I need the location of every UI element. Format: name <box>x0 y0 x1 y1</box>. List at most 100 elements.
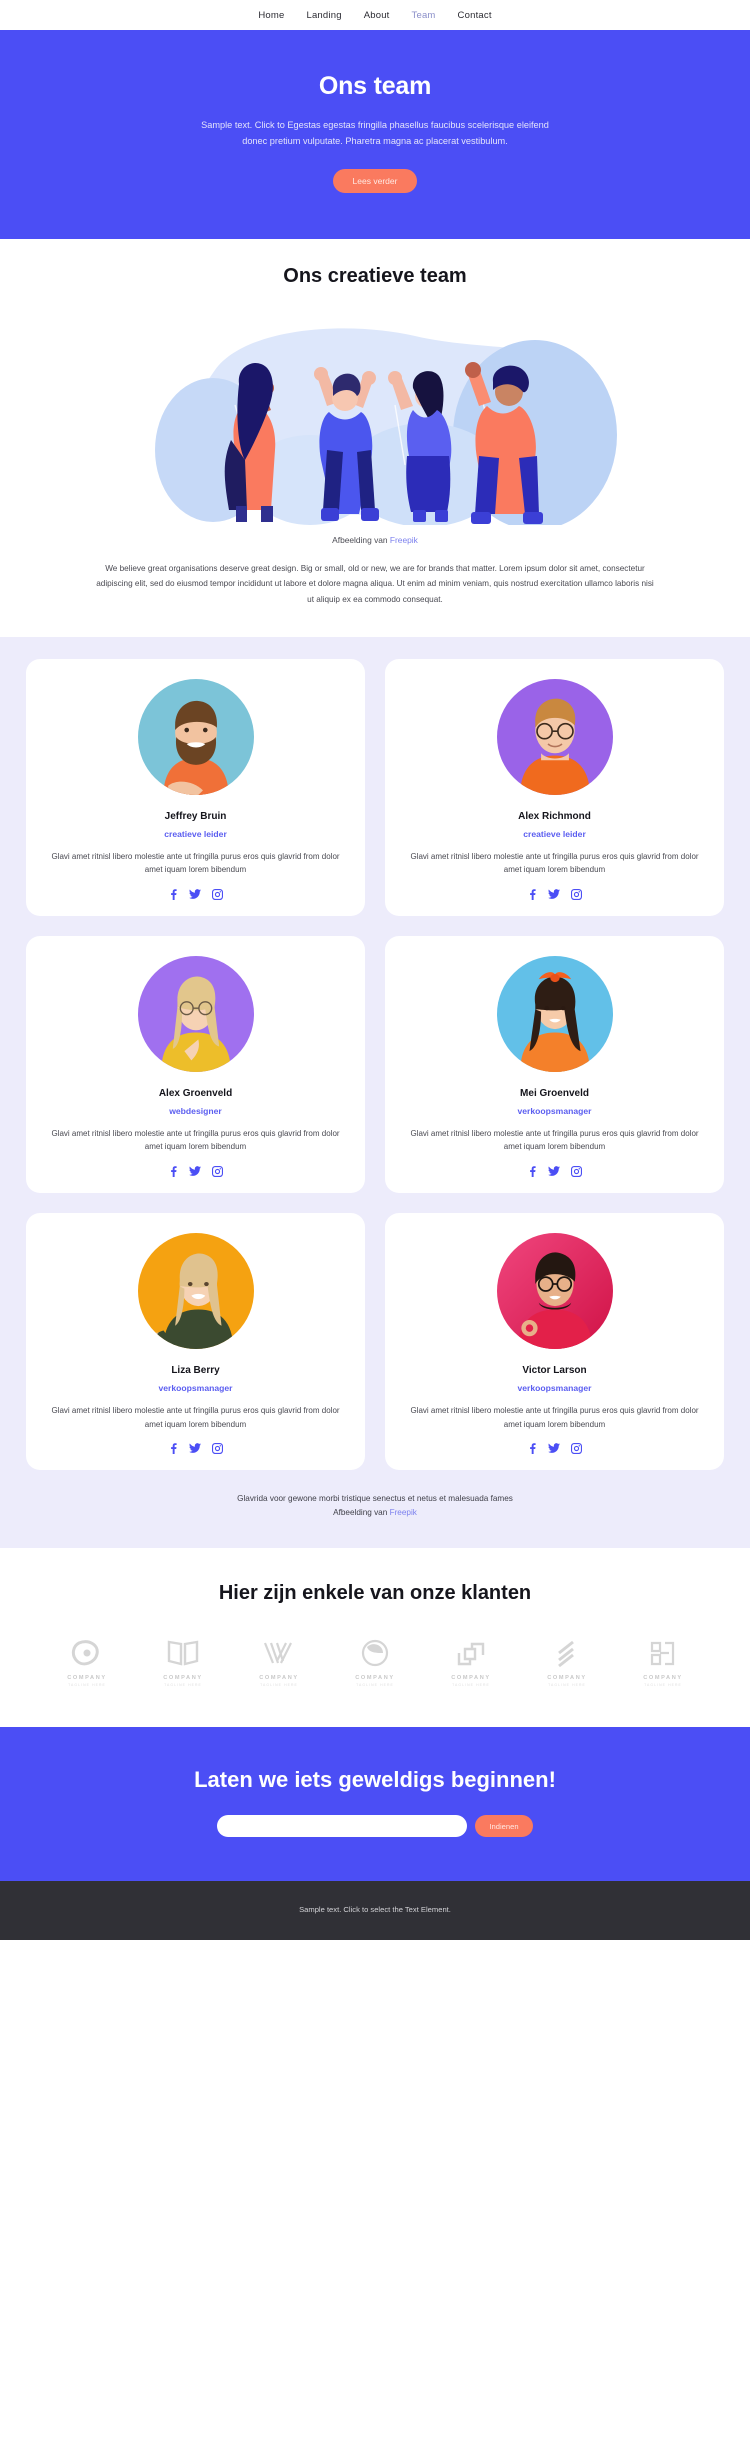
avatar-portrait-alex-groenveld <box>137 955 254 1072</box>
avatar <box>496 1233 613 1350</box>
avatar <box>137 1233 254 1350</box>
stripes-mark-icon <box>558 1640 574 1668</box>
creative-team-title: Ons creatieve team <box>283 265 467 288</box>
social-links <box>44 1166 347 1178</box>
client-logo-name: COMPANY <box>355 1675 395 1682</box>
cta-section: Laten we iets geweldigs beginnen! Indien… <box>0 1727 750 1882</box>
circle-mark-icon <box>361 1640 389 1667</box>
member-name: Victor Larson <box>522 1365 587 1377</box>
twitter-icon[interactable] <box>548 1166 560 1177</box>
clients-title: Hier zijn enkele van onze klanten <box>218 1582 532 1605</box>
social-links <box>44 888 347 900</box>
member-name: Jeffrey Bruin <box>164 810 227 822</box>
avatar <box>496 678 613 795</box>
nav-item-contact[interactable]: Contact <box>458 10 492 21</box>
instagram-icon[interactable] <box>571 1166 582 1178</box>
facebook-icon[interactable] <box>168 1443 178 1455</box>
illustration-credit: Afbeelding van Freepik <box>0 535 750 545</box>
member-description: Glavi amet ritnisl libero molestie ante … <box>51 1128 340 1152</box>
client-logo[interactable]: COMPANY TAGLINE HERE <box>145 1639 221 1687</box>
twitter-icon[interactable] <box>548 1443 560 1454</box>
avatar <box>496 955 613 1072</box>
cta-submit-button[interactable]: Indienen <box>475 1815 533 1838</box>
page-footer: Sample text. Click to select the Text El… <box>0 1881 750 1941</box>
twitter-icon[interactable] <box>189 889 201 900</box>
client-logo[interactable]: COMPANY TAGLINE HERE <box>433 1639 509 1687</box>
facebook-icon[interactable] <box>168 889 178 900</box>
member-description: Glavi amet ritnisl libero molestie ante … <box>51 1406 340 1429</box>
instagram-icon[interactable] <box>212 1443 223 1455</box>
avatar-portrait-jeffrey <box>137 678 254 795</box>
instagram-icon[interactable] <box>212 1166 223 1178</box>
member-role: creatieve leider <box>523 828 586 839</box>
avatar <box>137 955 254 1072</box>
team-footnote-link-freepik[interactable]: Freepik <box>390 1508 417 1517</box>
member-role: verkoopsmanager <box>158 1383 233 1394</box>
member-name: Liza Berry <box>171 1365 220 1377</box>
client-logo[interactable]: COMPANY TAGLINE HERE <box>625 1639 701 1687</box>
instagram-icon[interactable] <box>571 1443 582 1455</box>
client-logo[interactable]: COMPANY TAGLINE HERE <box>529 1639 605 1687</box>
client-logo-tagline: TAGLINE HERE <box>452 1683 490 1688</box>
client-logo-name: COMPANY <box>547 1675 587 1682</box>
social-links <box>403 1443 706 1455</box>
avatar-portrait-liza <box>137 1233 254 1350</box>
team-card[interactable]: Jeffrey Bruin creatieve leider Glavi ame… <box>26 658 365 916</box>
client-logo-name: COMPANY <box>643 1675 683 1682</box>
credit-link-freepik[interactable]: Freepik <box>390 535 418 545</box>
avatar-portrait-victor <box>496 1233 613 1350</box>
instagram-icon[interactable] <box>212 888 223 900</box>
facebook-icon[interactable] <box>527 1443 537 1455</box>
facebook-icon[interactable] <box>527 889 537 900</box>
social-links <box>403 888 706 900</box>
twitter-icon[interactable] <box>189 1443 201 1454</box>
member-role: webdesigner <box>169 1105 222 1116</box>
team-members-section: Jeffrey Bruin creatieve leider Glavi ame… <box>0 636 750 1549</box>
hero-subtitle: Sample text. Click to Egestas egestas fr… <box>201 120 549 147</box>
team-grid: Jeffrey Bruin creatieve leider Glavi ame… <box>26 658 724 1471</box>
team-card[interactable]: Victor Larson verkoopsmanager Glavi amet… <box>385 1213 724 1471</box>
social-links <box>403 1166 706 1178</box>
cta-email-input[interactable] <box>217 1815 468 1838</box>
team-card[interactable]: Liza Berry verkoopsmanager Glavi amet ri… <box>26 1213 365 1471</box>
team-card[interactable]: Alex Richmond creatieve leider Glavi ame… <box>385 658 724 916</box>
nav-item-home[interactable]: Home <box>258 10 284 21</box>
twitter-icon[interactable] <box>189 1166 201 1177</box>
hero-section: Ons team Sample text. Click to Egestas e… <box>0 30 750 240</box>
hero-read-more-button[interactable]: Lees verder <box>332 169 418 194</box>
credit-prefix: Afbeelding van <box>332 535 388 546</box>
main-navigation: Home Landing About Team Contact <box>0 0 750 30</box>
client-logo-tagline: TAGLINE HERE <box>644 1683 682 1688</box>
client-logo[interactable]: COMPANY TAGLINE HERE <box>241 1639 317 1687</box>
celebration-illustration-svg <box>155 328 617 526</box>
client-logo-tagline: TAGLINE HERE <box>548 1683 586 1688</box>
instagram-icon[interactable] <box>571 888 582 900</box>
social-links <box>44 1443 347 1455</box>
chevron-mark-icon <box>263 1642 292 1664</box>
avatar <box>137 678 254 795</box>
client-logo-name: COMPANY <box>451 1675 491 1682</box>
facebook-icon[interactable] <box>527 1166 537 1178</box>
member-role: verkoopsmanager <box>517 1383 592 1394</box>
member-description: Glavi amet ritnisl libero molestie ante … <box>410 1406 699 1429</box>
member-role: creatieve leider <box>164 828 227 839</box>
nav-item-team[interactable]: Team <box>412 10 436 21</box>
facebook-icon[interactable] <box>168 1166 178 1178</box>
member-name: Alex Richmond <box>518 810 591 822</box>
team-card[interactable]: Mei Groenveld verkoopsmanager Glavi amet… <box>385 935 724 1194</box>
client-logo-tagline: TAGLINE HERE <box>68 1683 106 1688</box>
client-logo-name: COMPANY <box>259 1675 299 1682</box>
square-mark-icon <box>457 1642 485 1666</box>
client-logo[interactable]: COMPANY TAGLINE HERE <box>49 1639 125 1687</box>
book-mark-icon <box>167 1640 199 1666</box>
nav-item-about[interactable]: About <box>364 10 390 21</box>
twitter-icon[interactable] <box>548 889 560 900</box>
client-logo-name: COMPANY <box>67 1675 107 1682</box>
hero-title: Ons team <box>318 72 432 100</box>
team-card[interactable]: Alex Groenveld webdesigner Glavi amet ri… <box>26 935 365 1194</box>
client-logo-row: COMPANY TAGLINE HERE COMPANY TAGLINE HER… <box>0 1639 750 1687</box>
nav-item-landing[interactable]: Landing <box>306 10 341 21</box>
loop-mark-icon <box>71 1640 99 1666</box>
member-description: Glavi amet ritnisl libero molestie ante … <box>51 851 340 875</box>
client-logo[interactable]: COMPANY TAGLINE HERE <box>337 1639 413 1687</box>
